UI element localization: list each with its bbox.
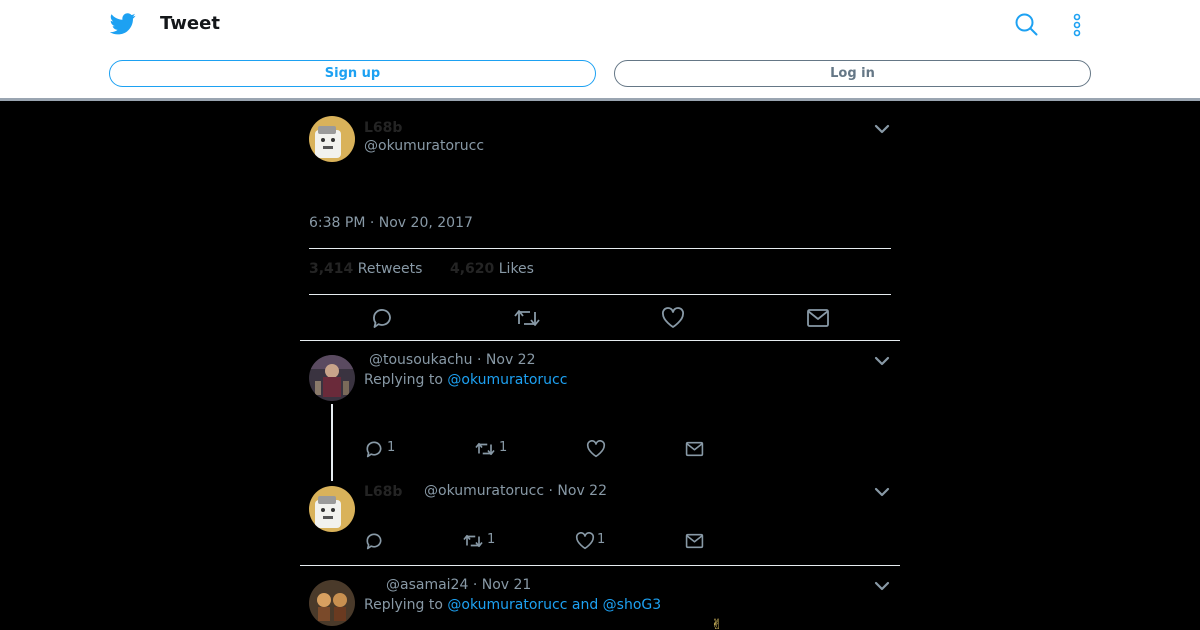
heart-icon xyxy=(586,440,606,458)
reply-button[interactable] xyxy=(364,531,384,551)
divider xyxy=(300,565,900,566)
reply-icon xyxy=(366,441,382,458)
retweet-icon xyxy=(514,310,540,326)
reply-author-handle[interactable]: @tousoukachu xyxy=(369,352,473,368)
chevron-down-icon[interactable] xyxy=(874,355,890,367)
reply-handle[interactable]: @asamai24 · Nov 21 xyxy=(386,577,531,593)
like-button[interactable] xyxy=(575,532,595,550)
author-name[interactable]: L68b xyxy=(364,120,402,136)
likes-count: 4,620 xyxy=(450,261,495,277)
retweet-icon xyxy=(463,534,483,548)
replying-to-link[interactable]: @okumuratorucc and @shoG3 xyxy=(447,597,661,613)
header-divider xyxy=(0,98,1200,101)
like-button[interactable] xyxy=(661,307,685,329)
reply-icon xyxy=(373,309,391,328)
reply-date[interactable]: Nov 22 xyxy=(486,352,536,368)
replying-to: Replying to @okumuratorucc xyxy=(364,372,567,388)
avatar-image xyxy=(309,355,355,401)
like-button[interactable] xyxy=(586,440,606,458)
reply-author-name[interactable]: L68b xyxy=(364,484,402,500)
sign-up-button[interactable]: Sign up xyxy=(109,60,596,87)
reply-author-handle[interactable]: @okumuratorucc xyxy=(424,483,544,499)
avatar-image xyxy=(309,580,355,626)
chevron-down-icon[interactable] xyxy=(874,580,890,592)
tweet-timestamp[interactable]: 6:38 PM · Nov 20, 2017 xyxy=(309,215,473,231)
heart-icon xyxy=(662,307,684,328)
avatar-image xyxy=(309,486,355,532)
like-count: 1 xyxy=(597,532,606,547)
divider xyxy=(309,248,891,249)
reply-handle[interactable]: @okumuratorucc · Nov 22 xyxy=(424,483,607,499)
heart-icon xyxy=(575,532,595,550)
envelope-icon xyxy=(807,309,829,327)
retweets-count: 3,414 xyxy=(309,261,354,277)
retweets-label: Retweets xyxy=(357,261,423,277)
likes-label: Likes xyxy=(498,261,534,277)
retweet-count: 1 xyxy=(499,440,508,455)
envelope-icon xyxy=(685,441,704,457)
reply-button[interactable] xyxy=(364,439,384,459)
retweet-count: 1 xyxy=(487,532,496,547)
message-button[interactable] xyxy=(685,441,704,457)
search-icon[interactable] xyxy=(1014,12,1038,36)
replying-to-link[interactable]: @okumuratorucc xyxy=(447,372,567,388)
retweet-button[interactable] xyxy=(474,440,496,458)
replying-to: Replying to @okumuratorucc and @shoG3 xyxy=(364,597,661,613)
avatar[interactable] xyxy=(309,355,355,401)
reply-handle[interactable]: @tousoukachu · Nov 22 xyxy=(369,352,536,368)
message-button[interactable] xyxy=(806,308,830,328)
reply-date[interactable]: Nov 22 xyxy=(557,483,607,499)
more-options-icon[interactable] xyxy=(1068,12,1086,38)
log-in-button[interactable]: Log in xyxy=(614,60,1091,87)
avatar-image xyxy=(309,116,355,162)
avatar[interactable] xyxy=(309,116,355,162)
retweet-button[interactable] xyxy=(462,532,484,550)
reply-count: 1 xyxy=(387,440,396,455)
message-button[interactable] xyxy=(685,533,704,549)
thread-connector xyxy=(331,404,333,481)
twitter-bird-icon[interactable] xyxy=(110,12,136,36)
reply-author-handle[interactable]: @asamai24 xyxy=(386,577,468,593)
likes-stat[interactable]: 4,620 Likes xyxy=(450,261,534,277)
reply-button[interactable] xyxy=(370,306,394,330)
chevron-down-icon[interactable] xyxy=(874,486,890,498)
divider xyxy=(309,294,891,295)
author-handle[interactable]: @okumuratorucc xyxy=(364,138,484,154)
avatar[interactable] xyxy=(309,486,355,532)
envelope-icon xyxy=(685,533,704,549)
reply-icon xyxy=(366,533,382,550)
chevron-down-icon[interactable] xyxy=(874,123,890,135)
emoji-image: ✌ xyxy=(711,617,723,630)
replying-to-label: Replying to xyxy=(364,372,443,388)
page-title: Tweet xyxy=(160,13,220,34)
retweet-icon xyxy=(475,442,495,456)
retweets-stat[interactable]: 3,414 Retweets xyxy=(309,261,422,277)
divider xyxy=(300,340,900,341)
retweet-button[interactable] xyxy=(513,306,541,330)
avatar[interactable] xyxy=(309,580,355,626)
replying-to-label: Replying to xyxy=(364,597,443,613)
reply-date[interactable]: Nov 21 xyxy=(482,577,532,593)
top-bar: Tweet Sign up Log in xyxy=(0,0,1200,98)
